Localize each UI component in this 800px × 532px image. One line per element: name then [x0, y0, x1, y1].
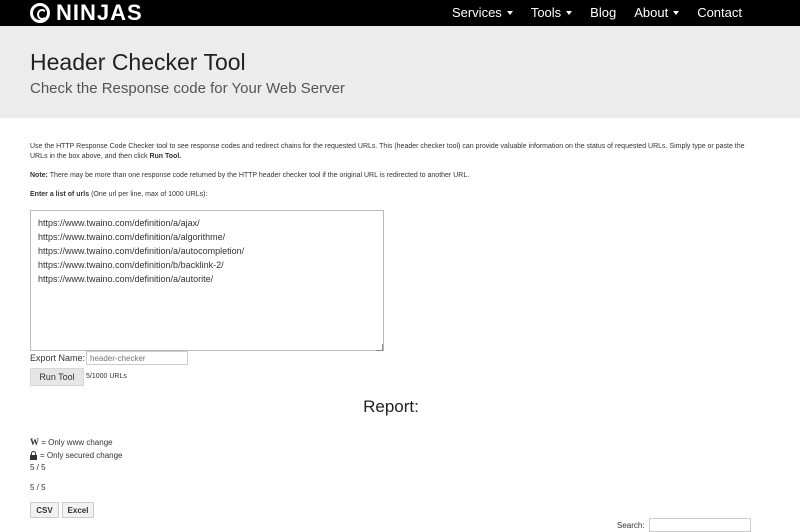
menu-item-services[interactable]: Services — [452, 0, 513, 26]
intro-paragraph: Use the HTTP Response Code Checker tool … — [30, 142, 760, 162]
search-label: Search: — [617, 521, 645, 530]
result-count-top: 5 / 5 — [30, 463, 46, 472]
urls-field-label: Enter a list of urls (One url per line, … — [30, 190, 760, 200]
menu-item-blog[interactable]: Blog — [590, 0, 616, 26]
urls-label-rest: (One url per line, max of 1000 URLs): — [89, 191, 208, 198]
note-label: Note: — [30, 172, 48, 179]
url-counter: 5/1000 URLs — [86, 373, 127, 380]
intro-bold-text: Run Tool. — [149, 153, 182, 160]
page-hero: Header Checker Tool Check the Response c… — [0, 26, 800, 118]
menu-label: Contact — [697, 5, 742, 20]
menu-label: Services — [451, 5, 502, 20]
menu-item-tools[interactable]: Tools — [530, 0, 573, 26]
legend-www-text: = Only www change — [39, 438, 113, 447]
page-title: Header Checker Tool — [30, 49, 246, 75]
result-count-bottom: 5 / 5 — [30, 483, 46, 492]
run-tool-button[interactable]: Run Tool — [30, 368, 84, 386]
page-subtitle: Check the Response code for Your Web Ser… — [30, 80, 345, 97]
urls-textarea[interactable]: https://www.twaino.com/definition/a/ajax… — [30, 210, 384, 351]
export-name-input[interactable] — [86, 351, 188, 365]
export-csv-button[interactable]: CSV — [30, 502, 59, 518]
legend-www: W = Only www change — [30, 437, 113, 447]
logo-swirl-icon — [30, 3, 50, 23]
report-heading: Report: — [363, 397, 419, 416]
top-navbar: NINJAS Services Tools Blog About Contact — [0, 0, 800, 26]
caret-down-icon — [673, 11, 680, 15]
export-excel-button[interactable]: Excel — [62, 502, 94, 518]
site-logo[interactable]: NINJAS — [30, 0, 143, 26]
legend-secure-text: = Only secured change — [40, 451, 123, 460]
logo-text: NINJAS — [56, 0, 143, 25]
menu-item-contact[interactable]: Contact — [697, 0, 742, 26]
menu-item-about[interactable]: About — [634, 0, 680, 26]
caret-down-icon — [506, 11, 513, 15]
menu-label: Blog — [590, 5, 617, 20]
lock-icon — [30, 450, 37, 460]
tool-description: Use the HTTP Response Code Checker tool … — [30, 142, 760, 200]
intro-text: Use the HTTP Response Code Checker tool … — [30, 143, 745, 160]
note-text: There may be more than one response code… — [47, 172, 470, 179]
main-menu: Services Tools Blog About Contact — [434, 0, 742, 26]
export-name-label: Export Name: — [30, 353, 86, 363]
resize-handle-icon[interactable] — [376, 344, 383, 351]
menu-label: Tools — [530, 5, 562, 20]
urls-label-bold: Enter a list of urls — [30, 191, 90, 198]
legend-secure: = Only secured change — [30, 450, 123, 460]
menu-label: About — [634, 5, 669, 20]
www-symbol: W — [30, 437, 39, 447]
note-paragraph: Note: There may be more than one respons… — [30, 171, 760, 181]
caret-down-icon — [566, 11, 573, 15]
